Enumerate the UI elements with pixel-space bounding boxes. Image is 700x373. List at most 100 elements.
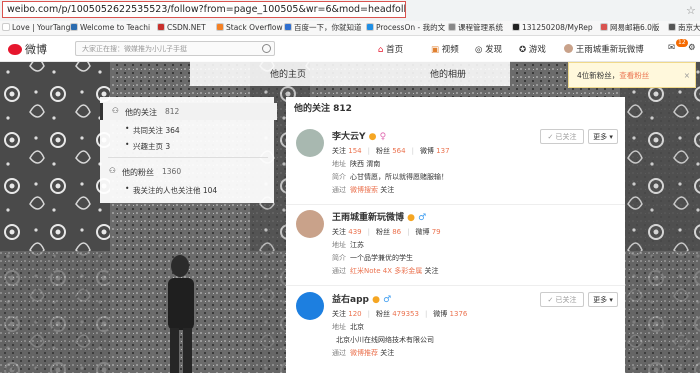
search-icon[interactable]	[262, 44, 271, 53]
user-name-link[interactable]: 益右app	[332, 295, 369, 305]
people-icon: ⚇	[109, 166, 116, 175]
nav-home[interactable]: ⌂ 首页	[378, 43, 403, 55]
check-icon: ✓	[547, 296, 554, 304]
more-button[interactable]: 更多 ▾	[588, 292, 618, 307]
message-icon[interactable]: ✉	[668, 43, 675, 53]
stat-fans-count[interactable]: 479353	[392, 310, 419, 318]
stat-fans-label: 粉丝	[375, 147, 390, 155]
divider	[286, 204, 625, 205]
bookmark-item[interactable]: 百度一下，你就知道	[284, 21, 362, 35]
search-input[interactable]: 大家正在搜：微媒推为小儿子手挺	[75, 41, 275, 56]
game-icon: ✪	[519, 45, 527, 55]
stat-weibo-count[interactable]: 137	[436, 147, 449, 155]
weibo-logo[interactable]: 微博	[8, 41, 47, 57]
user-address: 地址 江苏	[332, 241, 364, 249]
stat-weibo-label: 微博	[419, 147, 434, 155]
stat-weibo-count[interactable]: 1376	[450, 310, 468, 318]
follow-source-link[interactable]: 微博推荐	[350, 349, 378, 357]
follow-source-link[interactable]: 红米Note 4X 多彩金属	[350, 267, 422, 275]
video-icon: ▣	[431, 45, 440, 55]
stat-follow-label: 关注	[332, 228, 346, 236]
bullet-icon: •	[125, 124, 130, 133]
avatar[interactable]	[296, 210, 324, 238]
avatar[interactable]	[296, 129, 324, 157]
avatar[interactable]	[296, 292, 324, 320]
stat-fans-count[interactable]: 564	[392, 147, 405, 155]
bookmark-item[interactable]: 131250208/MyRep	[512, 21, 593, 35]
bookmark-item[interactable]: 网易邮箱6.0版	[600, 21, 659, 35]
nav-game[interactable]: ✪ 游戏	[519, 43, 546, 55]
stat-follow-count[interactable]: 439	[348, 228, 361, 236]
user-stats: 关注 120 | 粉丝 479353 | 微博 1376	[332, 310, 468, 318]
stat-fans-count[interactable]: 86	[392, 228, 401, 236]
sidebar-following-label: 他的关注	[125, 108, 157, 117]
stat-follow-label: 关注	[332, 310, 346, 318]
view-fans-link[interactable]: 查看粉丝	[619, 71, 649, 80]
close-icon[interactable]: ×	[684, 63, 690, 89]
check-icon: ✓	[547, 133, 554, 141]
address-bar[interactable]: weibo.com/p/1005052622535523/follow?from…	[2, 1, 406, 18]
bookmark-item[interactable]: Love | YourTango	[2, 21, 75, 35]
bookmark-label: Love | YourTango	[12, 23, 76, 32]
bookmark-label: 网易邮箱6.0版	[610, 23, 660, 32]
following-button[interactable]: ✓ 已关注	[540, 129, 584, 144]
follow-source: 通过 红米Note 4X 多彩金属 关注	[332, 267, 439, 275]
stat-follow-count[interactable]: 120	[348, 310, 361, 318]
user-icon	[564, 44, 573, 53]
bookmark-favicon-icon	[2, 23, 10, 31]
chevron-down-icon: ▾	[609, 296, 613, 304]
bookmark-item[interactable]: 南京大	[668, 21, 700, 35]
bookmark-label: ProcessOn - 我的文	[376, 23, 446, 32]
home-icon: ⌂	[378, 45, 384, 55]
sidebar-interest-label: 兴趣主页 3	[133, 142, 171, 151]
stat-fans-label: 粉丝	[375, 310, 390, 318]
gender-icon: ♂	[418, 213, 427, 223]
bookmark-favicon-icon	[668, 23, 676, 31]
bookmark-label: 课程管理系统	[458, 23, 503, 32]
vip-icon: ●	[372, 295, 380, 305]
divider	[286, 285, 625, 286]
follow-source-link[interactable]: 微博搜索	[350, 186, 378, 194]
user-stats: 关注 154 | 粉丝 564 | 微博 137	[332, 147, 450, 155]
bookmark-favicon-icon	[366, 23, 374, 31]
bookmark-star-icon[interactable]: ☆	[686, 4, 696, 17]
more-button[interactable]: 更多 ▾	[588, 129, 618, 144]
user-name-link[interactable]: 李大云Y	[332, 132, 366, 142]
tab-home[interactable]: 他的主页	[270, 67, 306, 80]
notice-text: 4位新粉丝，	[577, 71, 620, 80]
user-intro: 简介 一个品学兼优的学生	[332, 254, 413, 262]
sidebar-following-count: 812	[165, 107, 180, 116]
follow-sidebar: ⚇ 他的关注 812 • 共同关注 364 • 兴趣主页 3 ⚇ 他的粉丝 13…	[100, 97, 277, 203]
gender-icon: ♂	[383, 295, 392, 305]
bookmark-item[interactable]: Welcome to Teachi	[70, 21, 150, 35]
follow-source: 通过 微博推荐 关注	[332, 349, 395, 357]
stat-weibo-count[interactable]: 79	[432, 228, 441, 236]
user-address: 地址 陕西 渭南	[332, 160, 381, 168]
bookmark-favicon-icon	[284, 23, 292, 31]
bookmark-favicon-icon	[600, 23, 608, 31]
bookmark-item[interactable]: CSDN.NET	[157, 21, 206, 35]
nav-video[interactable]: ▣ 视频	[431, 43, 459, 55]
nav-user[interactable]: 王雨城重新玩微博	[564, 43, 644, 55]
sidebar-fans-count: 1360	[162, 167, 182, 176]
bookmark-favicon-icon	[70, 23, 78, 31]
stat-follow-count[interactable]: 154	[348, 147, 361, 155]
stat-weibo-label: 微博	[433, 310, 448, 318]
bookmark-item[interactable]: 课程管理系统	[448, 21, 503, 35]
user-name-link[interactable]: 王雨城重新玩微博	[332, 213, 404, 223]
stat-fans-label: 粉丝	[375, 228, 390, 236]
nav-discover[interactable]: ◎ 发现	[475, 43, 502, 55]
vip-icon: ●	[407, 213, 416, 223]
tab-album[interactable]: 他的相册	[430, 67, 466, 80]
following-card: 李大云Y ● ♀ 关注 154 | 粉丝 564 | 微博 137 地址 陕西 渭南 简介 心甘情…	[286, 129, 625, 201]
user-address: 地址 北京	[332, 323, 364, 331]
bookmark-label: Welcome to Teachi	[80, 23, 151, 32]
bookmark-item[interactable]: ProcessOn - 我的文	[366, 21, 445, 35]
bookmark-item[interactable]: Stack Overflow	[216, 21, 283, 35]
sidebar-item-following[interactable]: ⚇ 他的关注 812	[100, 103, 277, 120]
settings-icon[interactable]: ⚙	[688, 43, 696, 53]
user-intro: 简介 心甘情愿，所以就得愿赌服输！	[332, 173, 448, 181]
bookmark-label: CSDN.NET	[167, 23, 206, 32]
new-fans-notice: 4位新粉丝，查看粉丝 ×	[568, 62, 696, 88]
following-button[interactable]: ✓ 已关注	[540, 292, 584, 307]
